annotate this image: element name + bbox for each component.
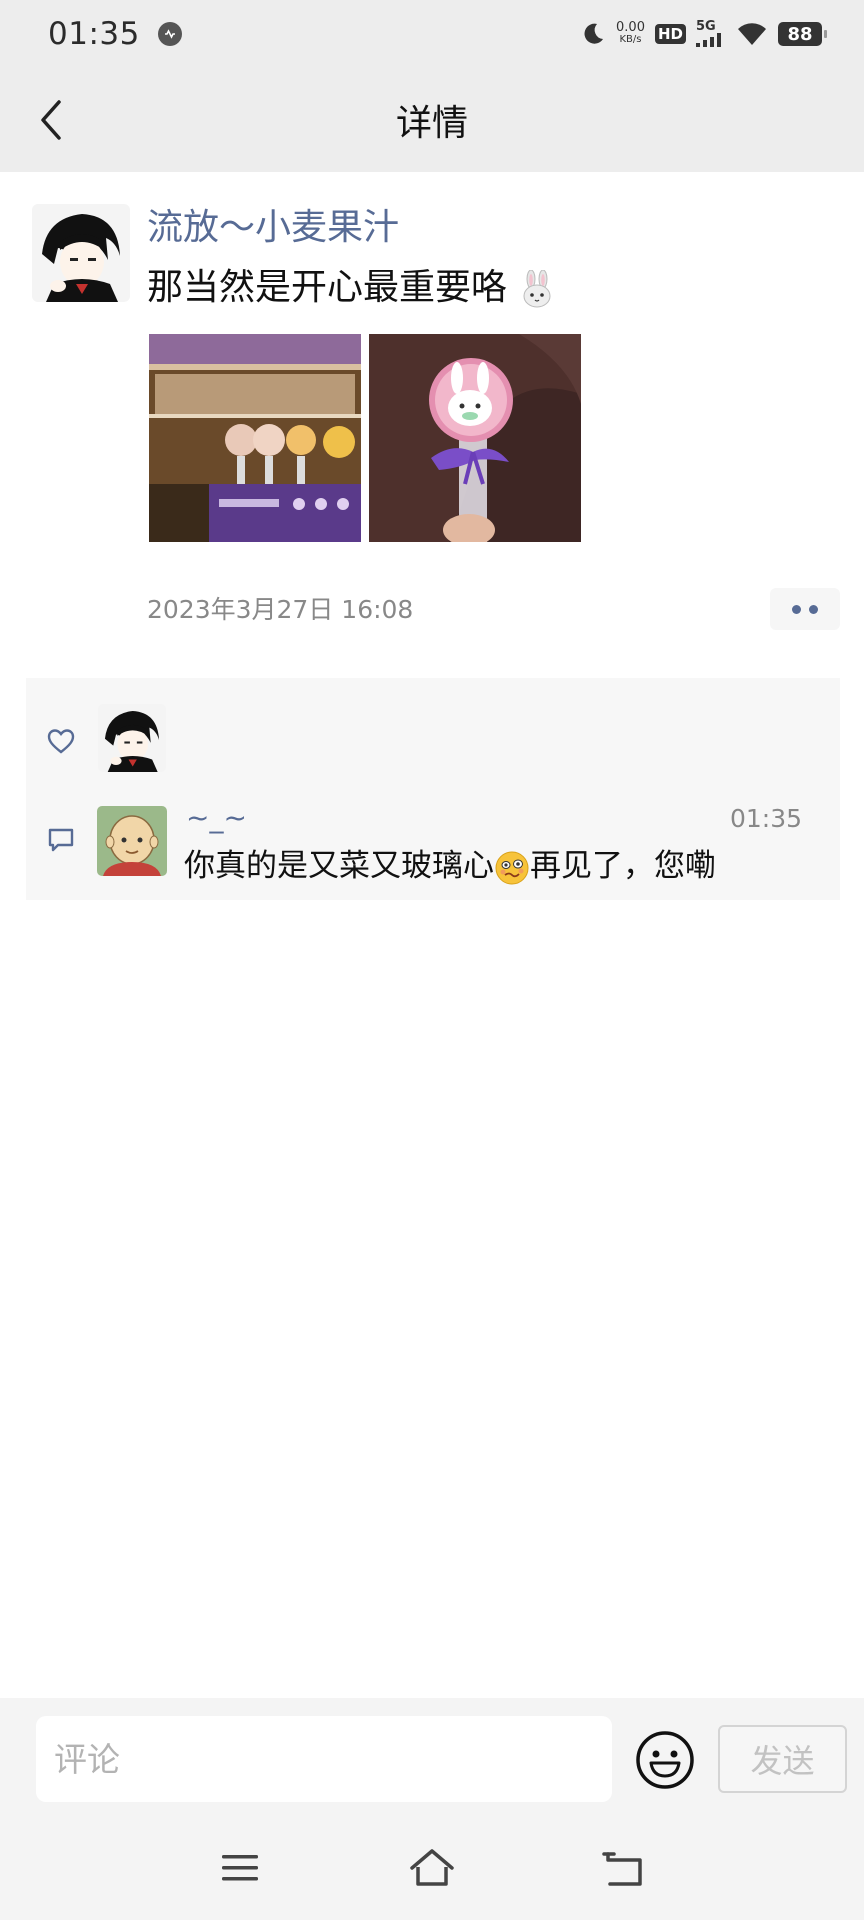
home-icon[interactable] — [408, 1844, 456, 1892]
comment-text-part-1: 你真的是又菜又玻璃心 — [184, 848, 494, 884]
back-nav-icon[interactable] — [600, 1844, 648, 1892]
emoji-picker-button[interactable] — [634, 1729, 696, 1791]
post-author-name[interactable]: 流放～小麦果汁 — [147, 204, 399, 252]
comment-input[interactable] — [36, 1716, 612, 1802]
comment-icon — [48, 828, 74, 852]
signal-indicator: 5G — [696, 19, 726, 47]
status-bar: 01:35 0.00 KB/s HD 5G 88 — [0, 0, 864, 68]
comment-text-part-2: 再见了，您嘞 — [530, 848, 716, 884]
notification-dot-icon — [157, 22, 182, 46]
chevron-left-icon — [41, 100, 61, 140]
more-dot-icon — [809, 604, 818, 614]
liker-avatar[interactable] — [98, 704, 166, 772]
page-title: 详情 — [395, 103, 468, 144]
post-image-1[interactable] — [149, 334, 361, 542]
net-speed-unit: KB/s — [619, 34, 642, 45]
author-avatar[interactable] — [32, 204, 130, 302]
comment-text: 你真的是又菜又玻璃心 再见了，您嘞 — [184, 844, 716, 888]
heart-icon — [47, 729, 75, 754]
commenter-name[interactable]: ~_~ — [186, 801, 247, 834]
battery-level: 88 — [787, 23, 813, 45]
post-text-content: 那当然是开心最重要咯 — [147, 267, 508, 308]
status-time: 01:35 — [48, 16, 140, 52]
battery-icon: 88 — [778, 22, 827, 46]
commenter-avatar[interactable] — [97, 806, 167, 876]
signal-icon — [696, 33, 721, 47]
more-actions-button[interactable] — [770, 588, 840, 630]
woozy-face-emoji-icon — [495, 851, 529, 884]
post-image-2[interactable] — [369, 334, 581, 542]
moon-icon — [584, 23, 604, 44]
send-button[interactable]: 发送 — [718, 1725, 847, 1793]
menu-icon[interactable] — [216, 1844, 264, 1892]
comment-time: 01:35 — [730, 804, 803, 833]
status-icons: 0.00 KB/s HD 5G 88 — [580, 19, 827, 47]
network-type: 5G — [696, 19, 716, 34]
net-speed-value: 0.00 — [616, 20, 645, 35]
nav-bar: 详情 — [0, 68, 864, 172]
rabbit-emoji-icon — [523, 270, 551, 308]
post-text: 那当然是开心最重要咯 — [147, 262, 556, 314]
more-dot-icon — [792, 604, 801, 614]
hd-badge: HD — [654, 24, 686, 44]
wifi-icon — [738, 23, 766, 45]
back-button[interactable] — [22, 90, 82, 150]
net-speed: 0.00 KB/s — [616, 20, 645, 46]
post-timestamp: 2023年3月27日 16:08 — [147, 595, 414, 624]
